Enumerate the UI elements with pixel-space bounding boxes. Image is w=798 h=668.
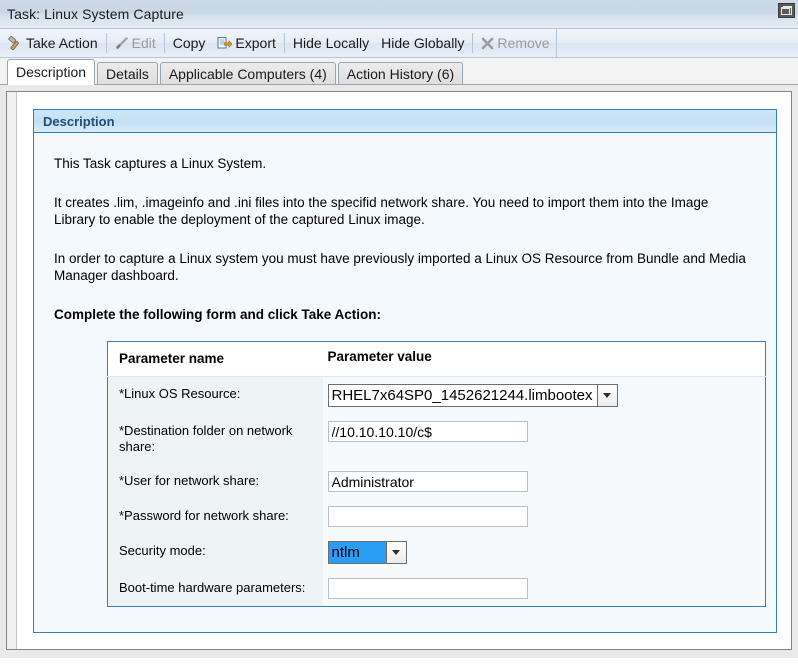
- export-label: Export: [235, 35, 276, 51]
- tab-description[interactable]: Description: [7, 59, 96, 85]
- tab-content-area: Description This Task captures a Linux S…: [0, 85, 798, 658]
- toolbar-separator: [283, 33, 285, 53]
- table-row: *Password for network share:: [107, 499, 766, 534]
- tab-details-label: Details: [106, 66, 149, 82]
- cell-destination-folder: [322, 414, 766, 464]
- description-panel-header: Description: [34, 110, 776, 133]
- tab-bar: Description Details Applicable Computers…: [0, 58, 798, 85]
- boot-time-hardware-parameters-input[interactable]: [327, 578, 528, 599]
- table-row: Boot-time hardware parameters:: [107, 571, 766, 607]
- label-security-mode: Security mode:: [107, 534, 323, 571]
- task-window: Task: Linux System Capture Take Action E…: [0, 0, 798, 668]
- cell-user-for-network-share: [322, 464, 766, 499]
- description-panel-body: This Task captures a Linux System. It cr…: [34, 133, 776, 607]
- label-user-for-network-share: *User for network share:: [107, 464, 323, 499]
- label-destination-folder: *Destination folder on network share:: [107, 414, 323, 464]
- remove-button[interactable]: Remove: [475, 29, 555, 57]
- password-for-network-share-input[interactable]: [327, 506, 528, 527]
- hammer-icon: [8, 35, 23, 51]
- take-action-label: Take Action: [26, 35, 98, 51]
- edit-label: Edit: [131, 35, 156, 51]
- label-linux-os-resource: *Linux OS Resource:: [107, 376, 323, 414]
- cell-security-mode: ntlm: [322, 534, 766, 571]
- toolbar-filler: [555, 29, 798, 57]
- hide-locally-label: Hide Locally: [292, 35, 370, 51]
- hide-locally-button[interactable]: Hide Locally: [287, 29, 375, 57]
- description-panel-title: Description: [43, 113, 115, 129]
- chevron-down-icon[interactable]: [596, 385, 617, 406]
- toolbar-separator: [472, 33, 474, 53]
- tab-applicable-computers[interactable]: Applicable Computers (4): [159, 62, 336, 84]
- tab-details[interactable]: Details: [97, 62, 158, 84]
- linux-os-resource-select[interactable]: RHEL7x64SP0_1452621244.limbootex: [327, 384, 618, 407]
- copy-button[interactable]: Copy: [167, 29, 212, 57]
- description-pane: Description This Task captures a Linux S…: [6, 91, 792, 650]
- table-row: *User for network share:: [107, 464, 766, 499]
- description-panel: Description This Task captures a Linux S…: [33, 109, 777, 633]
- pencil-icon: [115, 36, 129, 50]
- export-icon: [217, 36, 233, 50]
- tab-action-history[interactable]: Action History (6): [337, 62, 464, 84]
- restore-window-button[interactable]: [778, 3, 795, 18]
- cell-password-for-network-share: [322, 499, 766, 534]
- paragraph-1: This Task captures a Linux System.: [54, 156, 267, 171]
- vertical-scrollbar[interactable]: [7, 92, 17, 649]
- export-button[interactable]: Export: [211, 29, 281, 57]
- tab-action-history-label: Action History (6): [346, 66, 455, 82]
- edit-button[interactable]: Edit: [109, 29, 162, 57]
- action-toolbar: Take Action Edit Copy Export Hide Locall…: [0, 29, 798, 58]
- label-password-for-network-share: *Password for network share:: [107, 499, 323, 534]
- window-title: Task: Linux System Capture: [7, 6, 184, 22]
- linux-os-resource-value: RHEL7x64SP0_1452621244.limbootex: [331, 387, 593, 404]
- copy-label: Copy: [172, 35, 206, 51]
- toolbar-separator: [163, 33, 165, 53]
- take-action-button[interactable]: Take Action: [2, 29, 104, 57]
- paragraph-2: It creates .lim, .imageinfo and .ini fil…: [54, 195, 709, 227]
- label-boot-time-hardware-parameters: Boot-time hardware parameters:: [107, 571, 323, 607]
- table-header-row: Parameter name Parameter value: [107, 341, 766, 377]
- security-mode-select[interactable]: ntlm: [327, 541, 407, 564]
- chevron-down-icon[interactable]: [385, 542, 406, 563]
- parameters-table: Parameter name Parameter value *Linux OS…: [107, 341, 766, 607]
- paragraph-3: In order to capture a Linux system you m…: [54, 251, 746, 283]
- form-instruction: Complete the following form and click Ta…: [54, 307, 382, 322]
- toolbar-separator: [105, 33, 107, 53]
- table-row: *Destination folder on network share:: [107, 414, 766, 464]
- tab-description-label: Description: [16, 64, 87, 80]
- table-row: Security mode: ntlm: [107, 534, 766, 571]
- restore-icon-front: [781, 7, 790, 15]
- hide-globally-label: Hide Globally: [381, 35, 465, 51]
- column-header-parameter-value: Parameter value: [322, 341, 766, 377]
- tab-applicable-computers-label: Applicable Computers (4): [168, 66, 327, 82]
- user-for-network-share-input[interactable]: [327, 471, 528, 492]
- remove-label: Remove: [497, 35, 550, 51]
- column-header-parameter-name: Parameter name: [107, 341, 323, 377]
- security-mode-value: ntlm: [328, 542, 386, 563]
- cell-linux-os-resource: RHEL7x64SP0_1452621244.limbootex: [322, 376, 766, 414]
- cell-boot-time-hardware-parameters: [322, 571, 766, 607]
- x-icon: [481, 37, 494, 50]
- hide-globally-button[interactable]: Hide Globally: [375, 29, 470, 57]
- table-row: *Linux OS Resource: RHEL7x64SP0_14526212…: [107, 376, 766, 414]
- destination-folder-input[interactable]: [327, 421, 528, 442]
- window-titlebar: Task: Linux System Capture: [0, 0, 798, 29]
